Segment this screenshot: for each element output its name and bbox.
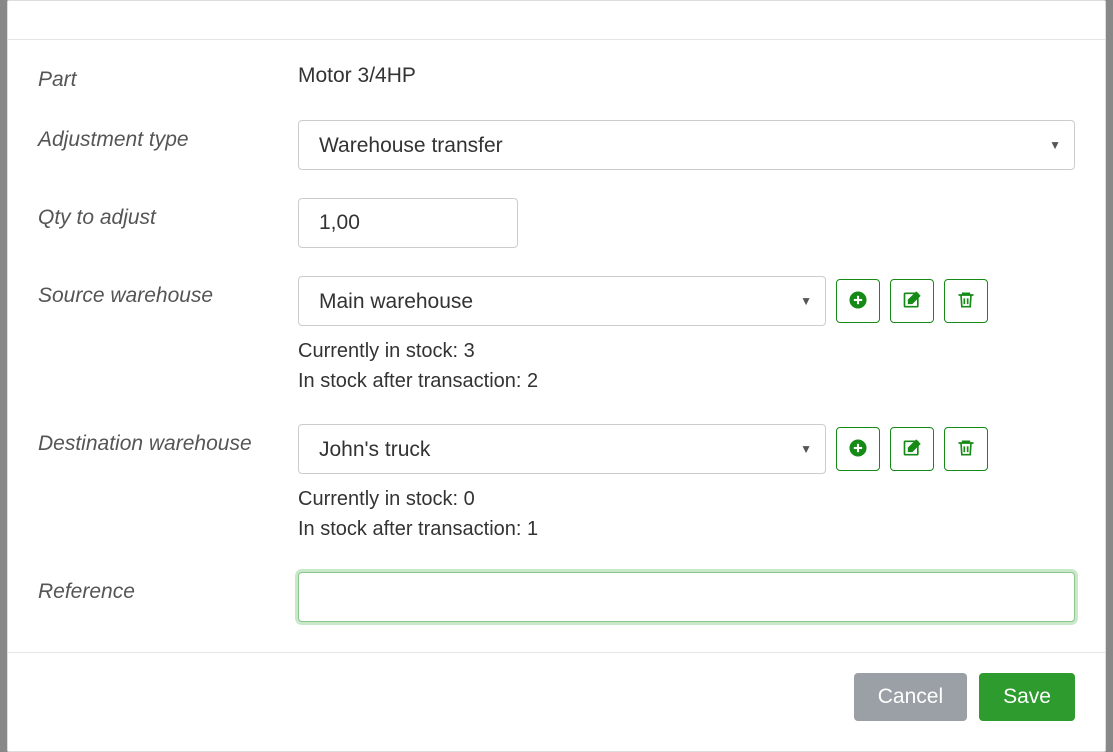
qty-label: Qty to adjust <box>38 198 298 230</box>
destination-stock-current: Currently in stock: 0 <box>298 484 1075 514</box>
source-label: Source warehouse <box>38 276 298 308</box>
reference-input[interactable] <box>298 572 1075 622</box>
field-adjustment-type: Adjustment type Warehouse transfer ▼ <box>38 120 1075 170</box>
modal-footer: Cancel Save <box>8 652 1105 751</box>
adjustment-modal: Part Motor 3/4HP Adjustment type Warehou… <box>7 0 1106 752</box>
pencil-square-icon <box>902 290 922 313</box>
save-button[interactable]: Save <box>979 673 1075 721</box>
plus-circle-icon <box>848 438 868 461</box>
qty-input[interactable] <box>298 198 518 248</box>
destination-stock-info: Currently in stock: 0 In stock after tra… <box>298 484 1075 544</box>
trash-icon <box>956 438 976 461</box>
source-edit-button[interactable] <box>890 279 934 323</box>
reference-label: Reference <box>38 572 298 604</box>
adjustment-type-select[interactable]: Warehouse transfer <box>298 120 1075 170</box>
field-destination-warehouse: Destination warehouse John's truck ▼ <box>38 424 1075 544</box>
modal-body: Part Motor 3/4HP Adjustment type Warehou… <box>8 40 1105 652</box>
source-warehouse-select[interactable]: Main warehouse <box>298 276 826 326</box>
source-stock-after: In stock after transaction: 2 <box>298 366 1075 396</box>
pencil-square-icon <box>902 438 922 461</box>
destination-warehouse-select[interactable]: John's truck <box>298 424 826 474</box>
adjustment-type-label: Adjustment type <box>38 120 298 152</box>
destination-stock-after: In stock after transaction: 1 <box>298 514 1075 544</box>
source-delete-button[interactable] <box>944 279 988 323</box>
field-source-warehouse: Source warehouse Main warehouse ▼ <box>38 276 1075 396</box>
source-stock-current: Currently in stock: 3 <box>298 336 1075 366</box>
part-value: Motor 3/4HP <box>298 60 1075 88</box>
destination-label: Destination warehouse <box>38 424 298 456</box>
trash-icon <box>956 290 976 313</box>
cancel-button[interactable]: Cancel <box>854 673 967 721</box>
source-add-button[interactable] <box>836 279 880 323</box>
modal-header <box>8 1 1105 40</box>
field-reference: Reference <box>38 572 1075 622</box>
destination-add-button[interactable] <box>836 427 880 471</box>
part-label: Part <box>38 60 298 92</box>
field-qty: Qty to adjust <box>38 198 1075 248</box>
destination-edit-button[interactable] <box>890 427 934 471</box>
source-stock-info: Currently in stock: 3 In stock after tra… <box>298 336 1075 396</box>
destination-delete-button[interactable] <box>944 427 988 471</box>
field-part: Part Motor 3/4HP <box>38 60 1075 92</box>
plus-circle-icon <box>848 290 868 313</box>
